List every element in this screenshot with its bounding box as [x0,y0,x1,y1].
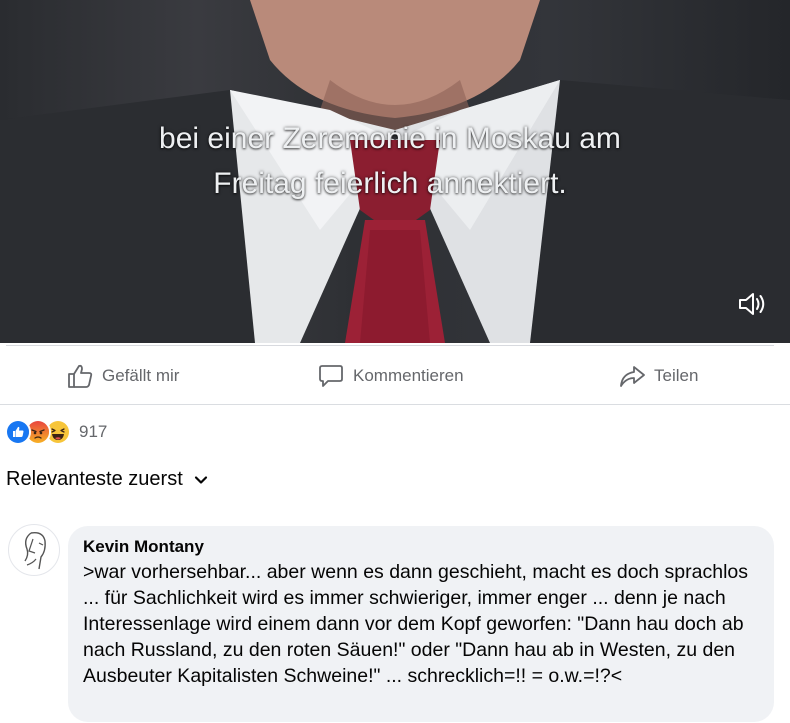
reactions-summary[interactable]: 917 [5,418,107,446]
comment-button-label: Kommentieren [353,366,464,385]
share-arrow-icon [620,366,645,387]
video-subtitle-line-1: bei einer Zeremonie in Moskau am [159,122,621,155]
post-action-bar: Gefällt mir Kommentieren Teilen [0,349,790,403]
like-button[interactable]: Gefällt mir [66,349,179,403]
video-player[interactable]: bei einer Zeremonie in Moskau am Freitag… [0,0,790,343]
chevron-down-icon [194,475,207,484]
divider [0,404,790,405]
comment-text: >war vorhersehbar... aber wenn es dann g… [83,561,749,687]
like-reaction-icon [5,419,31,445]
comment-sort-dropdown[interactable]: Relevanteste zuerst [6,468,209,491]
reaction-count: 917 [79,422,108,441]
avatar[interactable] [8,524,60,576]
comment-button[interactable]: Kommentieren [317,349,464,403]
share-button-label: Teilen [654,366,699,385]
share-button[interactable]: Teilen [618,349,698,403]
facebook-post-view: bei einer Zeremonie in Moskau am Freitag… [0,0,790,723]
comment-bubble-icon [319,365,343,387]
comment-author[interactable]: Kevin Montany [83,537,204,557]
thumbs-up-icon [68,364,93,388]
speaker-icon[interactable] [736,288,768,320]
comment-bubble: Kevin Montany >war vorhersehbar... aber … [68,526,774,722]
like-button-label: Gefällt mir [102,366,180,385]
sketch-portrait-icon [24,531,46,570]
divider [6,345,774,346]
comment-sort-label: Relevanteste zuerst [6,468,183,490]
video-subtitle-line-2: Freitag feierlich annektiert. [213,167,567,200]
